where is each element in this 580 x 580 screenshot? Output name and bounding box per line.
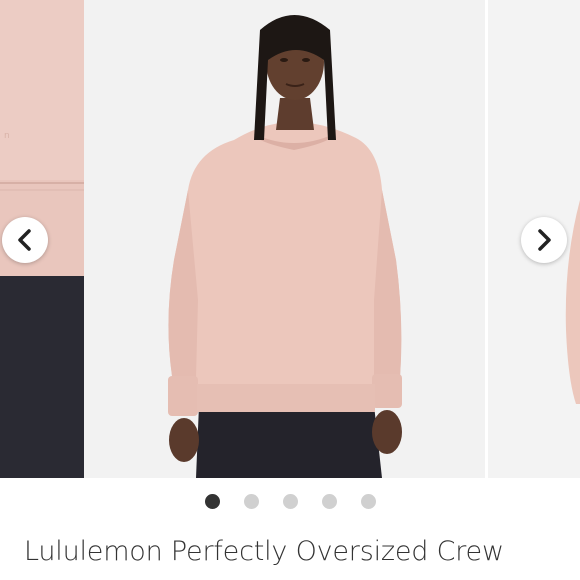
chevron-right-icon [538, 229, 551, 251]
product-title: Lululemon Perfectly Oversized Crew [24, 536, 504, 567]
pagination-dot[interactable] [282, 494, 298, 509]
svg-text:n: n [4, 131, 10, 141]
pagination-dot[interactable] [204, 494, 220, 509]
pagination-dot[interactable] [321, 494, 337, 509]
pagination-dot[interactable] [360, 494, 376, 509]
next-image-button[interactable] [521, 217, 567, 263]
chevron-left-icon [18, 229, 31, 251]
main-product-image [84, 0, 485, 478]
pagination-dot[interactable] [243, 494, 259, 509]
product-image-carousel[interactable]: n [0, 0, 580, 478]
carousel-pagination [0, 494, 580, 510]
previous-image-button[interactable] [2, 217, 48, 263]
